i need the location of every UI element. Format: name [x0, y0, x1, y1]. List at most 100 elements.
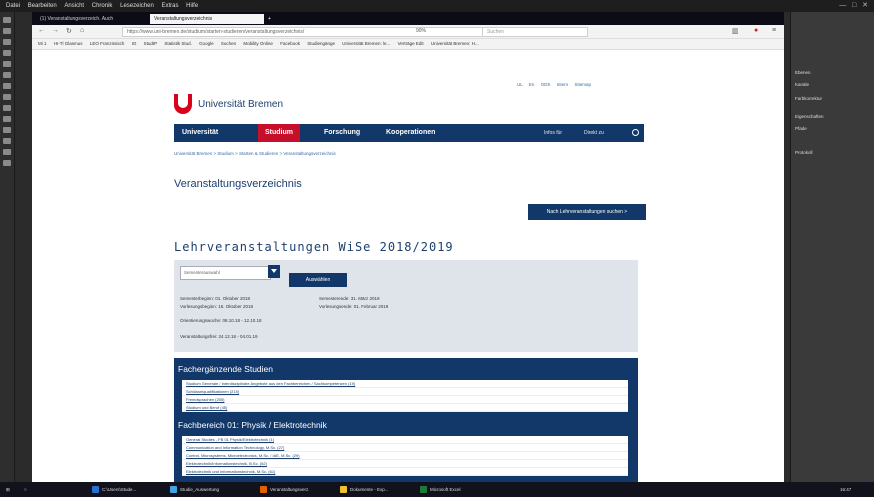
- bookmark[interactable]: Mobility Online: [243, 41, 273, 46]
- bookmark[interactable]: IO: [132, 41, 137, 46]
- nav-kooperationen[interactable]: Kooperationen: [386, 124, 435, 142]
- bookmark[interactable]: Universität Bremen: le...: [342, 41, 390, 46]
- list-item[interactable]: Communication and Information Technology…: [182, 444, 628, 452]
- university-logo[interactable]: Universität Bremen: [174, 94, 324, 116]
- menu-bearbeiten[interactable]: Bearbeiten: [28, 0, 57, 12]
- bookmark[interactable]: Facebook: [280, 41, 300, 46]
- menu-datei[interactable]: Datei: [6, 0, 20, 12]
- menu-lesezeichen[interactable]: Lesezeichen: [120, 0, 154, 12]
- panel-item[interactable]: Farbkorrektur: [795, 96, 822, 101]
- list-item[interactable]: Elektrotechnik/Informationstechnik, B.Sc…: [182, 460, 628, 468]
- category-list: General Studies - FB 01 Physik/Elektrote…: [182, 436, 628, 476]
- maximize-icon[interactable]: □: [852, 2, 856, 9]
- list-item[interactable]: Studium Generale / Interdisziplinäre Ang…: [182, 380, 628, 388]
- eraser-tool-icon[interactable]: [3, 94, 11, 100]
- eyedropper-tool-icon[interactable]: [3, 61, 11, 67]
- hand-tool-icon[interactable]: [3, 149, 11, 155]
- search-icon[interactable]: [632, 129, 639, 136]
- bookmark[interactable]: LEO Französisch: [90, 41, 125, 46]
- menu-hilfe[interactable]: Hilfe: [186, 0, 198, 12]
- tab-1[interactable]: (1) Veranstaltungsverzeich. Auch: [36, 14, 150, 24]
- menu-extras[interactable]: Extras: [161, 0, 178, 12]
- stamp-tool-icon[interactable]: [3, 83, 11, 89]
- search-icon[interactable]: ○: [24, 485, 27, 494]
- list-item[interactable]: Schlüsselqualifikationen (215): [182, 388, 628, 396]
- crop-tool-icon[interactable]: [3, 50, 11, 56]
- breadcrumb[interactable]: Universität Bremen > Studium > Starten &…: [174, 151, 336, 156]
- list-item[interactable]: Elektrotechnik und Informationstechnik, …: [182, 468, 628, 476]
- new-tab-icon[interactable]: +: [264, 14, 278, 24]
- brush-tool-icon[interactable]: [3, 72, 11, 78]
- search-input[interactable]: Suchen: [482, 27, 588, 37]
- bookmark[interactable]: Verträge Edit: [398, 41, 424, 46]
- back-icon[interactable]: ←: [38, 27, 45, 34]
- left-toolbar: [0, 12, 15, 482]
- bookmark[interactable]: Studiengänge: [307, 41, 335, 46]
- window-controls: — □ ✕: [839, 0, 868, 12]
- nav-universitat[interactable]: Universität: [182, 124, 218, 142]
- menu-chronik[interactable]: Chronik: [92, 0, 113, 12]
- bookmarks-bar: Mi 1 HI-Tl Glasmus LEO Französisch IO St…: [32, 39, 784, 50]
- reload-icon[interactable]: ↻: [66, 27, 72, 35]
- panel-item[interactable]: Protokoll: [795, 150, 813, 155]
- close-icon[interactable]: ✕: [862, 2, 868, 9]
- nav-studium[interactable]: Studium: [258, 124, 300, 142]
- taskbar: ⊞ ○ C:\Users\Stude... Studie_Auswertung …: [0, 482, 874, 497]
- shape-tool-icon[interactable]: [3, 138, 11, 144]
- nav-direkt-zu[interactable]: Direkt zu: [584, 124, 604, 142]
- chevron-down-icon[interactable]: [268, 265, 280, 278]
- toplink[interactable]: Sitemap: [574, 82, 591, 87]
- select-button[interactable]: Auswählen: [289, 273, 347, 287]
- navigation-bar: ← → ↻ ⌂ https://www.uni-bremen.de/studiu…: [32, 25, 784, 39]
- taskbar-item[interactable]: Microsoft Excel: [420, 485, 461, 494]
- zoom-tool-icon[interactable]: [3, 160, 11, 166]
- library-icon[interactable]: ▥: [732, 27, 739, 35]
- menu-ansicht[interactable]: Ansicht: [64, 0, 84, 12]
- bookmark[interactable]: Mi 1: [38, 41, 47, 46]
- list-item[interactable]: General Studies - FB 01 Physik/Elektrote…: [182, 436, 628, 444]
- list-item[interactable]: Control, Microsystems, Microelectronics,…: [182, 452, 628, 460]
- bookmark[interactable]: Universität Bremen: H...: [431, 41, 479, 46]
- taskbar-item[interactable]: Studie_Auswertung: [170, 485, 219, 494]
- panel-item[interactable]: Kanäle: [795, 82, 809, 87]
- taskbar-label: C:\Users\Stude...: [102, 487, 137, 492]
- bookmark[interactable]: StudIP: [144, 41, 157, 46]
- tab-label: (1) Veranstaltungsverzeich. Auch: [40, 16, 114, 22]
- tab-label: Veranstaltungsverzeichnis: [154, 16, 213, 22]
- nav-infos-fur[interactable]: Infos für: [544, 124, 562, 142]
- url-bar[interactable]: https://www.uni-bremen.de/studium/starte…: [122, 27, 488, 37]
- gradient-tool-icon[interactable]: [3, 105, 11, 111]
- panel-item[interactable]: Eigenschaften: [795, 114, 824, 119]
- toplink[interactable]: ODS: [541, 82, 551, 87]
- bookmark[interactable]: Suchen: [221, 41, 236, 46]
- select-tool-icon[interactable]: [3, 28, 11, 34]
- bookmark[interactable]: HI-Tl Glasmus: [54, 41, 83, 46]
- taskbar-item[interactable]: C:\Users\Stude...: [92, 485, 136, 494]
- minimize-icon[interactable]: —: [839, 2, 846, 9]
- text-tool-icon[interactable]: [3, 127, 11, 133]
- zoom-level[interactable]: 90%: [416, 28, 426, 34]
- taskbar-item[interactable]: Dokumente - Exp...: [340, 485, 389, 494]
- panel-item[interactable]: Pfade: [795, 126, 807, 131]
- home-icon[interactable]: ⌂: [80, 27, 84, 34]
- pen-tool-icon[interactable]: [3, 116, 11, 122]
- panel-item[interactable]: Ebenen: [795, 70, 811, 75]
- search-courses-button[interactable]: Nach Lehrveranstaltungen suchen >: [528, 204, 646, 220]
- tab-active[interactable]: Veranstaltungsverzeichnis: [150, 14, 264, 24]
- move-tool-icon[interactable]: [3, 17, 11, 23]
- list-item[interactable]: Studium und Beruf (45): [182, 404, 628, 412]
- list-item[interactable]: Fremdsprachen (255): [182, 396, 628, 404]
- bookmark[interactable]: Statistik Stud.: [164, 41, 192, 46]
- bookmark[interactable]: Google: [199, 41, 214, 46]
- lasso-tool-icon[interactable]: [3, 39, 11, 45]
- forward-icon[interactable]: →: [52, 27, 59, 34]
- nav-forschung[interactable]: Forschung: [324, 124, 360, 142]
- taskbar-item[interactable]: Veranstaltungsverz.: [260, 485, 310, 494]
- menu-icon[interactable]: ≡: [772, 27, 776, 34]
- toplink[interactable]: UL: [517, 82, 523, 87]
- toplink[interactable]: Intern: [557, 82, 569, 87]
- extension-icon[interactable]: ●: [754, 27, 758, 34]
- start-icon[interactable]: ⊞: [6, 485, 10, 494]
- semester-select[interactable]: Semesterauswahl: [180, 266, 271, 280]
- toplink[interactable]: En: [529, 82, 535, 87]
